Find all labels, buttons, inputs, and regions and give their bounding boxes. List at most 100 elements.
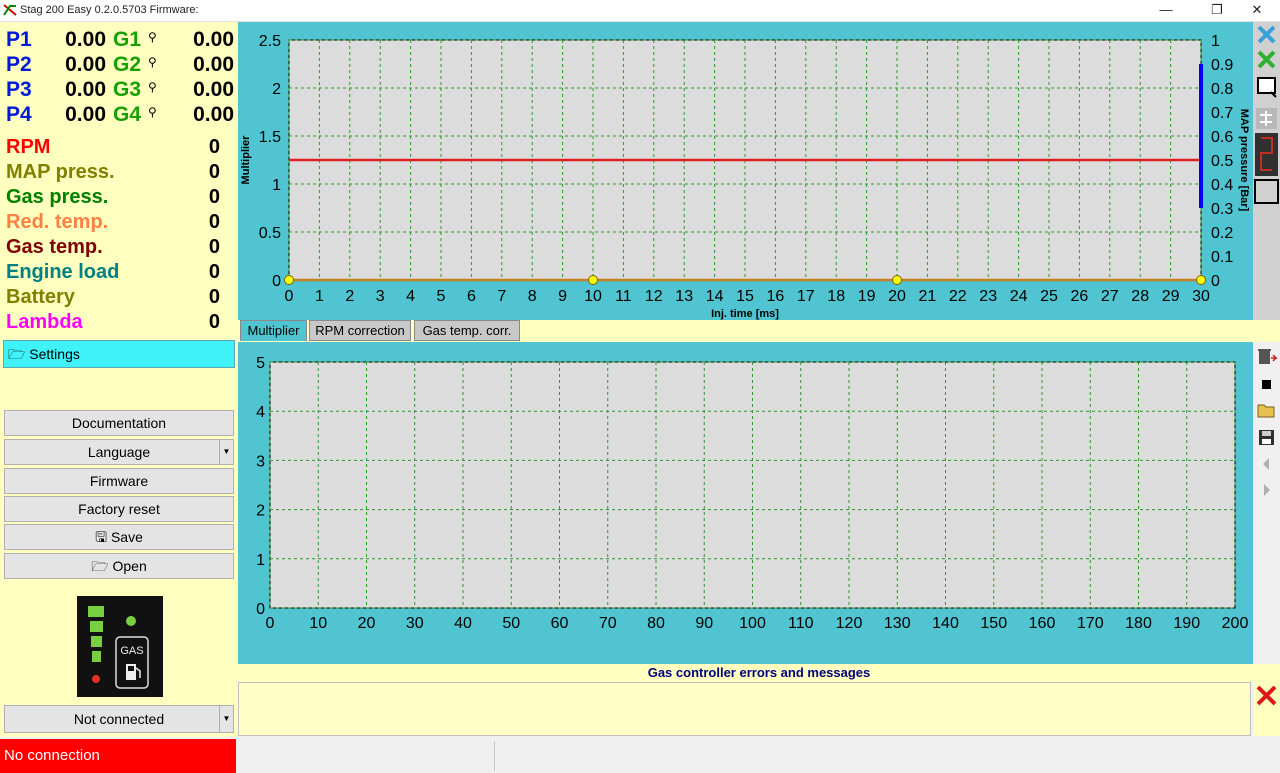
petrol-injector-label: P4: [6, 103, 32, 126]
param-value: 0: [208, 136, 220, 158]
language-label: Language: [87, 444, 151, 460]
param-label: Battery: [6, 286, 75, 308]
documentation-button[interactable]: Documentation: [4, 410, 234, 436]
zoom-out-x-icon[interactable]: [1257, 25, 1276, 44]
folder-open-icon: 🗁: [8, 346, 26, 362]
y2-tick-label: 1: [1211, 33, 1220, 50]
arrow-right-icon[interactable]: [1264, 484, 1270, 496]
x-tick-label: 30: [406, 615, 424, 632]
petrol-injector-value: 0.00: [65, 103, 106, 126]
petrol-injector-value: 0.00: [65, 28, 106, 51]
level-led-2: [90, 621, 103, 632]
messages-clear-button[interactable]: [1253, 682, 1280, 736]
y-tick-label: 0.5: [259, 225, 281, 242]
y2-tick-label: 0.7: [1211, 105, 1233, 122]
blank-frame-icon[interactable]: [1254, 179, 1279, 204]
x-tick-label: 17: [797, 288, 815, 305]
gas-switch-indicator: GAS: [77, 596, 163, 697]
messages-area: [238, 682, 1251, 736]
firmware-button[interactable]: Firmware: [4, 468, 234, 494]
param-label: Lambda: [6, 311, 83, 333]
y2-tick-label: 0.2: [1211, 225, 1233, 242]
x-tick-label: 25: [1040, 288, 1058, 305]
x-tick-label: 200: [1222, 615, 1249, 632]
pan-arrows-icon[interactable]: [1256, 108, 1277, 129]
stop-icon[interactable]: [1262, 380, 1271, 389]
multiplier-chart[interactable]: 0 1 2 3 4 5 6 7 8 9 10 11 12 13 14 15 16 17 18 19 20 21 22 23 24…: [238, 22, 1253, 320]
data-point: [892, 275, 902, 285]
tab-rpm-correction[interactable]: RPM correction: [309, 320, 411, 341]
y-tick-label: 4: [256, 404, 265, 421]
open-button[interactable]: 🗁 Open: [4, 553, 234, 579]
petrol-injector-value: 0.00: [65, 78, 106, 101]
x-tick-label: 16: [767, 288, 785, 305]
status-bar: No connection: [0, 737, 1280, 773]
param-value: 0: [208, 311, 220, 333]
folder-open-icon: 🗁: [91, 558, 109, 574]
chevron-down-icon: ▼: [219, 706, 233, 732]
x-tick-label: 21: [919, 288, 937, 305]
y-tick-label: 2: [256, 503, 265, 520]
x-tick-label: 70: [599, 615, 617, 632]
param-label: MAP press.: [6, 161, 115, 183]
param-value: 0: [208, 286, 220, 308]
correction-toolbar: [1253, 342, 1280, 664]
arrow-left-icon[interactable]: [1263, 458, 1269, 470]
settings-bar[interactable]: 🗁 Settings: [3, 340, 235, 368]
correction-chart-panel: 0 10 20 30 40 50 60 70 80 90 100 110 120 130 140 150 160…: [238, 342, 1253, 664]
param-value: 0: [208, 261, 220, 283]
y-tick-label: 2.5: [259, 33, 281, 50]
gas-label: GAS: [120, 645, 143, 657]
save-label: Save: [110, 529, 143, 545]
fuel-pump-icon: [126, 664, 141, 680]
x-tick-label: 150: [980, 615, 1007, 632]
x-tick-label: 110: [788, 615, 814, 632]
y2-tick-label: 0.9: [1211, 57, 1233, 74]
x-tick-label: 90: [695, 615, 713, 632]
factory-reset-button[interactable]: Factory reset: [4, 496, 234, 522]
y-tick-label: 1: [272, 177, 281, 194]
x-tick-label: 22: [949, 288, 967, 305]
close-button[interactable]: ✕: [1234, 0, 1280, 22]
x-tick-label: 12: [645, 288, 663, 305]
injector-icon: ⚲: [148, 30, 157, 44]
x-tick-label: 15: [736, 288, 754, 305]
petrol-injector-value: 0.00: [65, 53, 106, 76]
x-tick-label: 19: [858, 288, 876, 305]
delete-icon[interactable]: [1258, 349, 1278, 364]
x-tick-label: 140: [932, 615, 959, 632]
y2-tick-label: 0.8: [1211, 81, 1233, 98]
param-label: Gas temp.: [6, 236, 103, 258]
level-led-3: [91, 636, 102, 647]
param-value: 0: [208, 186, 220, 208]
data-point: [284, 275, 294, 285]
frame-select-icon[interactable]: [1257, 77, 1277, 98]
y2-tick-label: 0.5: [1211, 153, 1233, 170]
x-tick-label: 18: [827, 288, 845, 305]
x-tick-label: 0: [266, 615, 275, 632]
x-tick-label: 50: [502, 615, 520, 632]
x-tick-label: 7: [497, 288, 506, 305]
correction-chart[interactable]: 0 10 20 30 40 50 60 70 80 90 100 110 120 130 140 150 160…: [238, 342, 1253, 664]
save-icon[interactable]: [1259, 430, 1274, 445]
minimize-button[interactable]: —: [1143, 0, 1189, 22]
gas-mode-led: [126, 616, 136, 626]
x-tick-label: 11: [615, 288, 632, 305]
tab-gas-temp-corr[interactable]: Gas temp. corr.: [414, 320, 520, 341]
floppy-icon: 🖫: [95, 529, 108, 545]
app-window: Stag 200 Easy 0.2.0.5703 Firmware: — ❐ ✕…: [0, 0, 1280, 773]
injector-icon: ⚲: [148, 55, 157, 69]
tab-multiplier[interactable]: Multiplier: [240, 320, 307, 341]
zoom-out-green-icon[interactable]: [1257, 50, 1276, 69]
petrol-injector-label: P2: [6, 53, 32, 76]
x-tick-label: 3: [376, 288, 385, 305]
connection-dropdown[interactable]: Not connected ▼: [4, 705, 234, 733]
language-dropdown[interactable]: Language ▼: [4, 439, 234, 465]
folder-open-icon[interactable]: [1257, 404, 1275, 418]
save-button[interactable]: 🖫 Save: [4, 524, 234, 550]
y-tick-label: 1.5: [259, 129, 281, 146]
x-tick-label: 5: [437, 288, 446, 305]
left-panel: P1 0.00 G1 ⚲ 0.00 P2 0.00 G2 ⚲ 0.00 P3 0.00 G3 ⚲ 0.00 P…: [0, 22, 238, 737]
gas-injector-value: 0.00: [193, 28, 234, 51]
param-label: Engine load: [6, 261, 120, 283]
